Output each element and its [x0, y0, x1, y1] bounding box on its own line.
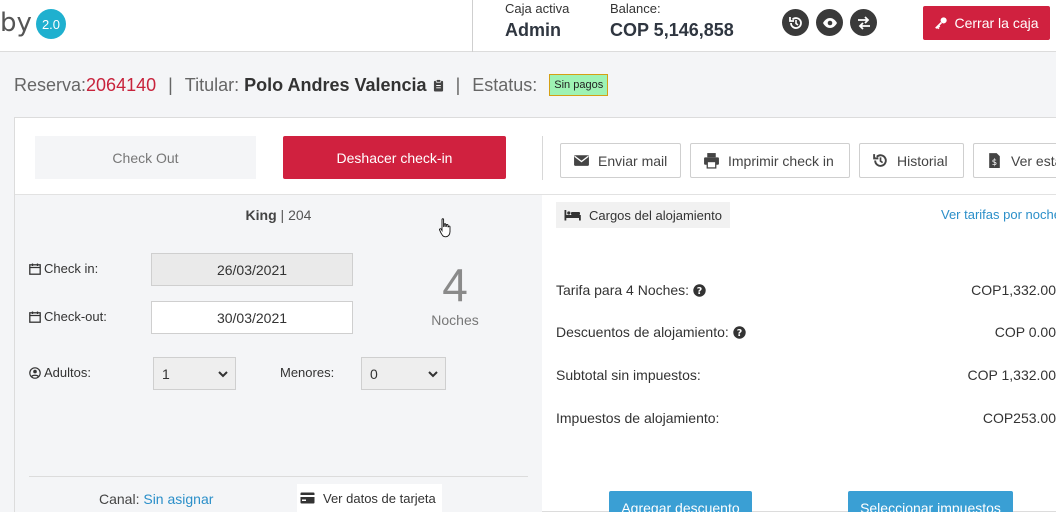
checkout-date-field[interactable]: 30/03/2021 [151, 301, 353, 334]
checkout-label: Check-out: [29, 309, 107, 324]
room-info: King | 204 [15, 207, 542, 223]
action-divider [542, 136, 543, 180]
view-statement-label: Ver esta [1011, 152, 1056, 169]
print-checkin-button[interactable]: Imprimir check in [690, 143, 850, 178]
separator: | [168, 74, 173, 95]
select-taxes-button[interactable]: Seleccionar impuestos [848, 491, 1013, 512]
printer-icon [704, 153, 719, 169]
rate-row-label: Tarifa para 4 Noches: ? [556, 282, 706, 298]
envelope-icon [574, 155, 589, 166]
action-row: Check Out Deshacer check-in Enviar mail … [15, 118, 1056, 195]
top-bar: by 2.0 Caja activa Admin Balance: COP 5,… [0, 0, 1056, 52]
taxes-row-label: Impuestos de alojamiento: [556, 410, 720, 426]
nights-count: 4 [442, 259, 468, 311]
history-label: Historial [897, 152, 948, 169]
chevron-down-icon [218, 371, 228, 378]
adults-select[interactable]: 1 [153, 357, 236, 390]
discount-row-value: COP 0.00 [994, 324, 1056, 340]
exchange-icon[interactable] [850, 9, 877, 36]
accommodation-charges-tag: Cargos del alojamiento [556, 202, 730, 228]
svg-text:$: $ [992, 158, 997, 168]
subtotal-row-value: COP 1,332.00 [967, 367, 1056, 383]
send-mail-label: Enviar mail [598, 152, 668, 169]
discount-row-label: Descuentos de alojamiento: ? [556, 324, 746, 340]
user-circle-icon [29, 366, 41, 379]
room-number: 204 [288, 207, 312, 223]
room-type: King [245, 207, 277, 223]
svg-text:?: ? [737, 328, 743, 339]
reservation-number: 2064140 [86, 74, 157, 95]
minors-select[interactable]: 0 [361, 357, 446, 390]
key-icon [935, 17, 948, 30]
invoice-icon: $ [989, 153, 1000, 168]
checkin-label: Check in: [29, 261, 98, 276]
topbar-divider [472, 0, 473, 52]
question-circle-icon[interactable]: ? [733, 325, 746, 339]
credit-card-icon [300, 492, 315, 504]
app-logo: by [0, 8, 32, 38]
version-badge: 2.0 [36, 9, 66, 39]
holder-label: Titular: [184, 74, 240, 95]
reservation-card: Check Out Deshacer check-in Enviar mail … [14, 117, 1056, 512]
question-circle-icon[interactable]: ? [693, 283, 706, 297]
separator: | [455, 74, 461, 95]
holder-name: Polo Andres Valencia [244, 74, 427, 95]
checkin-date-field: 26/03/2021 [151, 253, 353, 286]
send-mail-button[interactable]: Enviar mail [560, 143, 681, 178]
rate-row-value: COP1,332.00 [971, 282, 1056, 298]
undo-checkin-button[interactable]: Deshacer check-in [283, 136, 506, 179]
bed-icon [564, 210, 581, 221]
reservation-label: Reserva: [14, 74, 87, 95]
view-card-data-label: Ver datos de tarjeta [323, 490, 436, 506]
panel-divider [29, 476, 528, 477]
calendar-icon [29, 263, 41, 275]
subtotal-row-label: Subtotal sin impuestos: [556, 367, 701, 383]
minors-label: Menores: [280, 365, 335, 380]
eye-icon[interactable] [816, 9, 843, 36]
view-statement-button[interactable]: $ Ver esta [973, 143, 1056, 178]
nights-label: Noches [431, 312, 479, 328]
close-cash-label: Cerrar la caja [954, 15, 1039, 31]
history-icon[interactable] [782, 9, 809, 36]
view-nightly-rates-link[interactable]: Ver tarifas por noche [941, 207, 1056, 222]
channel-info: Canal: Sin asignar [99, 491, 213, 507]
cash-register-label: Caja activa [505, 1, 570, 16]
balance-value: COP 5,146,858 [610, 20, 734, 40]
balance-label: Balance: [610, 1, 661, 16]
calendar-icon [29, 311, 41, 323]
check-out-button[interactable]: Check Out [35, 136, 256, 179]
chevron-down-icon [428, 371, 438, 378]
view-card-data-button[interactable]: Ver datos de tarjeta [297, 484, 442, 512]
channel-label: Canal: [99, 491, 140, 507]
adults-label: Adultos: [29, 365, 91, 380]
reservation-summary: Reserva: 2064140 | Titular: Polo Andres … [14, 74, 609, 96]
accommodation-charges-label: Cargos del alojamiento [589, 207, 722, 223]
channel-link[interactable]: Sin asignar [143, 491, 213, 507]
clipboard-icon[interactable] [433, 78, 444, 92]
status-badge: Sin pagos [549, 74, 609, 96]
status-label: Estatus: [472, 74, 538, 95]
cash-register-value: Admin [505, 20, 561, 40]
add-discount-button[interactable]: Agregar descuento [609, 491, 752, 512]
history-button[interactable]: Historial [859, 143, 964, 178]
hand-cursor-icon [439, 218, 451, 238]
svg-text:?: ? [697, 286, 703, 297]
close-cash-button[interactable]: Cerrar la caja [923, 6, 1050, 40]
taxes-row-value: COP253.00 [982, 410, 1056, 426]
history-icon [873, 154, 887, 167]
stay-details-panel: King | 204 Check in: 26/03/2021 Check-ou… [15, 195, 542, 512]
room-separator: | [276, 207, 289, 223]
print-checkin-label: Imprimir check in [728, 152, 834, 169]
